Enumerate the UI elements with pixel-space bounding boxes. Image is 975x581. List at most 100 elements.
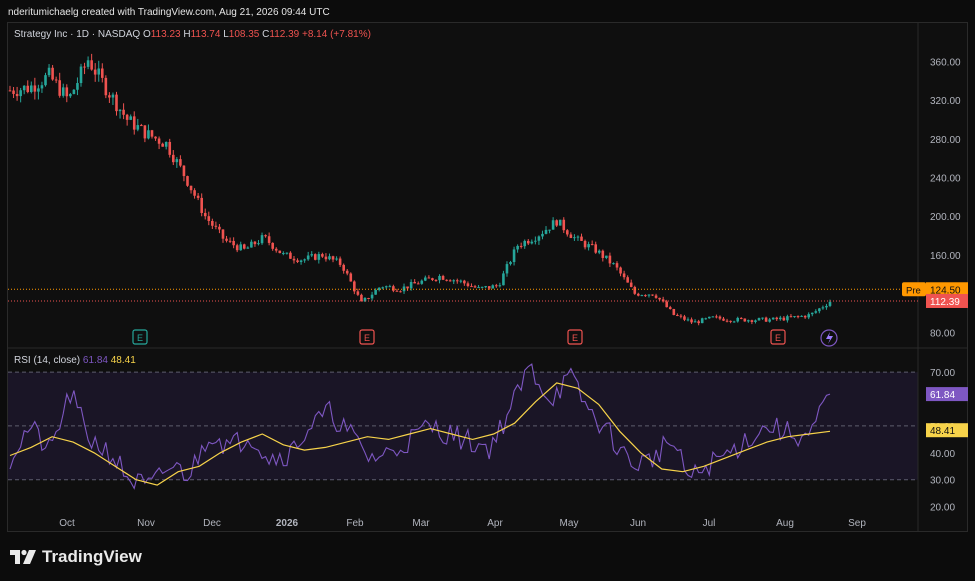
candle-body [33, 85, 37, 92]
x-tick-label: Sep [848, 518, 866, 529]
candle-body [207, 216, 211, 221]
pre-label: Pre [906, 285, 921, 296]
candle-body [633, 286, 637, 294]
candle-body [86, 60, 90, 67]
candle-body [108, 95, 111, 98]
candle-body [583, 240, 587, 248]
candle-body [562, 219, 566, 231]
candle-body [193, 190, 196, 196]
candle-body [594, 244, 598, 253]
candle-body [235, 245, 239, 251]
candle-body [40, 85, 44, 89]
candle-body [168, 141, 172, 155]
candle-body [331, 256, 335, 260]
candle-body [448, 280, 452, 282]
candle-body [54, 79, 58, 81]
price-tick-label: 240.00 [930, 173, 961, 184]
tradingview-icon [10, 549, 36, 564]
candle-body [715, 316, 718, 318]
candle-body [690, 319, 693, 323]
candle-body [608, 255, 612, 264]
candle-body [427, 277, 431, 279]
candle-body [26, 85, 30, 93]
candle-body [523, 240, 527, 247]
candle-body [768, 319, 771, 322]
legend-part: C [262, 29, 269, 40]
candle-body [612, 263, 615, 265]
candle-body [747, 320, 750, 322]
rsi-legend: RSI (14, close) 61.84 48.41 [14, 355, 136, 366]
candle-body [455, 280, 459, 282]
candle-body [338, 258, 342, 265]
candle-body [76, 83, 79, 90]
candle-body [179, 159, 182, 166]
candle-body [672, 309, 676, 315]
candle-body [196, 195, 200, 198]
candle-body [519, 245, 523, 247]
candle-body [782, 317, 786, 321]
legend-part: +8.14 (+7.81%) [302, 29, 371, 40]
price-tick-label: 200.00 [930, 212, 961, 223]
candle-body [381, 287, 385, 289]
candle-body [487, 286, 491, 289]
candle-body [828, 301, 832, 306]
candle-body [324, 256, 328, 260]
candle-body [111, 94, 115, 98]
candle-body [789, 316, 793, 318]
candle-body [115, 94, 118, 112]
candle-body [171, 154, 175, 163]
candle-body [480, 286, 484, 288]
candle-body [722, 318, 725, 321]
candle-body [729, 320, 732, 322]
candle-body [413, 281, 416, 284]
candle-body [44, 75, 47, 86]
candle-body [725, 320, 729, 322]
candle-body [97, 68, 101, 75]
candle-body [232, 240, 235, 246]
candle-body [349, 273, 353, 282]
rsi-ma-tag: 48.41 [930, 426, 955, 437]
candle-body [157, 138, 161, 144]
candle-body [551, 220, 555, 230]
candle-body [285, 252, 289, 254]
candle-body [498, 285, 502, 287]
candle-body [289, 252, 292, 259]
candle-body [132, 116, 136, 130]
candle-body [775, 317, 779, 320]
candle-body [637, 293, 640, 296]
candle-body [246, 247, 250, 249]
candle-body [629, 282, 633, 287]
x-tick-label: Oct [59, 518, 75, 529]
candle-body [129, 116, 132, 120]
candle-body [353, 281, 356, 292]
earnings-marker-label: E [137, 333, 143, 343]
rsi-legend-part: 48.41 [111, 355, 136, 366]
rsi-value-tag: 61.84 [930, 390, 955, 401]
candle-body [317, 254, 321, 260]
x-tick-label: Dec [203, 518, 221, 529]
price-tick-label: 280.00 [930, 135, 961, 146]
rsi-tick-label: 20.00 [930, 503, 955, 514]
candle-body [441, 275, 445, 280]
candle-body [473, 286, 477, 288]
candle-body [406, 286, 409, 289]
candle-body [313, 254, 317, 260]
candle-body [534, 240, 537, 242]
candle-body [392, 286, 395, 291]
candle-body [576, 236, 580, 238]
price-tick-label: 160.00 [930, 251, 961, 262]
candle-body [69, 93, 72, 97]
candle-body [477, 287, 480, 289]
candle-body [601, 250, 605, 258]
chart-canvas[interactable]: 360.00 320.00 280.00 240.00 200.00 160.00 80.0… [0, 0, 975, 581]
candle-body [182, 165, 186, 177]
candle-body [654, 295, 658, 298]
lightning-icon [826, 332, 833, 344]
candle-body [605, 255, 608, 258]
candle-body [395, 290, 399, 292]
candle-body [79, 66, 83, 84]
candle-body [150, 130, 154, 137]
candle-body [771, 317, 775, 320]
rsi-legend-part: RSI (14, close) [14, 355, 83, 366]
candle-body [505, 264, 509, 274]
